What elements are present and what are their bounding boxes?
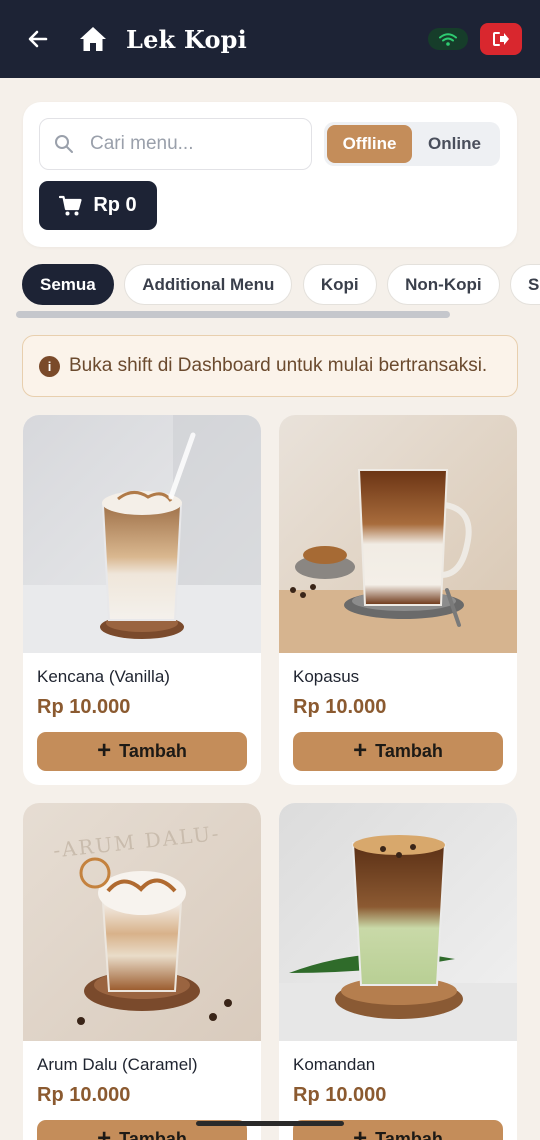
- product-price: Rp 10.000: [37, 1084, 131, 1106]
- product-image: [279, 803, 517, 1041]
- mode-online-button[interactable]: Online: [412, 125, 497, 163]
- category-chip-additional-menu[interactable]: Additional Menu: [124, 264, 293, 305]
- product-card: -ARUM DALU- Arum Dalu (Caramel) Rp 10.00…: [23, 803, 261, 1140]
- product-name: Kencana (Vanilla): [37, 667, 170, 686]
- arrow-left-icon: [28, 30, 48, 48]
- app-title: Lek Kopi: [126, 24, 247, 54]
- product-image: [279, 415, 517, 653]
- product-name: Kopasus: [293, 667, 360, 686]
- product-name: Komandan: [293, 1055, 376, 1074]
- product-image: [23, 415, 261, 653]
- category-tabs: Semua Additional Menu Kopi Non-Kopi So: [22, 264, 540, 305]
- home-icon: [80, 27, 106, 51]
- home-indicator-bar[interactable]: [196, 1121, 344, 1126]
- toolbar-card: Offline Online Rp 0: [23, 102, 517, 247]
- mode-offline-button[interactable]: Offline: [327, 125, 412, 163]
- category-chip-so[interactable]: So: [510, 264, 540, 305]
- search-input[interactable]: [90, 133, 290, 155]
- category-chip-kopi[interactable]: Kopi: [302, 264, 377, 305]
- back-button[interactable]: [24, 25, 52, 53]
- plus-icon: +: [97, 1124, 112, 1140]
- search-icon: [55, 135, 73, 153]
- category-chip-semua[interactable]: Semua: [22, 264, 114, 305]
- product-card: Komandan Rp 10.000 + Tambah: [279, 803, 517, 1140]
- cart-icon: [59, 195, 82, 215]
- search-box: [39, 118, 312, 170]
- product-price: Rp 10.000: [293, 1084, 387, 1106]
- home-button[interactable]: [78, 24, 108, 54]
- plus-icon: +: [97, 736, 112, 764]
- app-header: Lek Kopi: [0, 0, 540, 78]
- cart-total: Rp 0: [93, 194, 137, 216]
- connection-status-badge: [428, 28, 468, 50]
- product-card: Kencana (Vanilla) Rp 10.000 + Tambah: [23, 415, 261, 785]
- product-image: -ARUM DALU-: [23, 803, 261, 1041]
- plus-icon: +: [353, 1124, 368, 1140]
- shift-notice-banner: i Buka shift di Dashboard untuk mulai be…: [22, 335, 518, 397]
- mode-toggle: Offline Online: [324, 122, 500, 166]
- cart-button[interactable]: Rp 0: [39, 181, 157, 230]
- plus-icon: +: [353, 736, 368, 764]
- logout-button[interactable]: [480, 23, 522, 55]
- product-price: Rp 10.000: [37, 696, 131, 718]
- wifi-icon: [439, 33, 457, 46]
- product-name: Arum Dalu (Caramel): [37, 1055, 198, 1074]
- product-price: Rp 10.000: [293, 696, 387, 718]
- add-to-cart-button[interactable]: + Tambah: [37, 732, 247, 771]
- notice-message: Buka shift di Dashboard untuk mulai bert…: [69, 355, 488, 376]
- info-icon: i: [39, 355, 60, 377]
- logout-icon: [493, 32, 509, 46]
- category-chip-non-kopi[interactable]: Non-Kopi: [387, 264, 500, 305]
- category-scrollbar[interactable]: [16, 311, 450, 318]
- add-to-cart-button[interactable]: + Tambah: [293, 732, 503, 771]
- product-card: Kopasus Rp 10.000 + Tambah: [279, 415, 517, 785]
